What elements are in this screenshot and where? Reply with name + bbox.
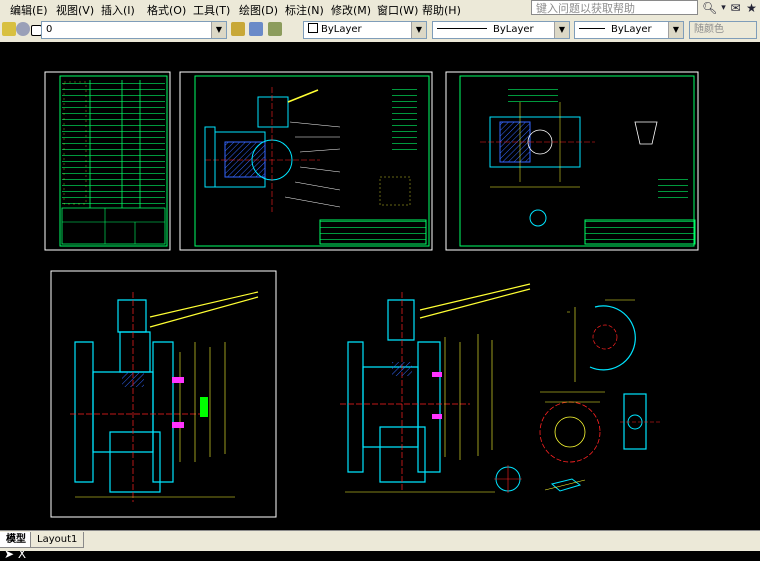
menu-window[interactable]: 窗口(W) <box>377 2 418 18</box>
plotstyle-value: 随颜色 <box>694 24 724 35</box>
menu-insert[interactable]: 插入(I) <box>101 2 135 18</box>
valve-front-view-large <box>50 270 277 518</box>
chevron-down-icon[interactable]: ▼ <box>554 22 569 38</box>
properties-toolbar: 0 ▼ ByLayer ▼ ByLayer ▼ ByLayer ▼ 随颜色 <box>0 18 760 43</box>
menu-tools[interactable]: 工具(T) <box>193 2 230 18</box>
menu-draw[interactable]: 绘图(D) <box>239 2 278 18</box>
layer-freeze-icon[interactable] <box>16 22 30 36</box>
layer-state-icon[interactable] <box>2 22 16 36</box>
layer-previous-icon[interactable] <box>249 22 263 36</box>
assembly-drawing-sheet <box>179 71 433 251</box>
tab-model[interactable]: 模型 <box>0 532 33 548</box>
linetype-dropdown[interactable]: ByLayer ▼ <box>432 21 570 39</box>
layout-tab-bar: 模型 Layout1 <box>0 530 760 551</box>
menu-dimension[interactable]: 标注(N) <box>285 2 324 18</box>
favorites-star-icon[interactable]: ★ <box>744 1 759 16</box>
layer-dropdown[interactable]: 0 ▼ <box>41 21 227 39</box>
parts-list-sheet <box>44 71 171 251</box>
cad-drawing <box>44 71 699 518</box>
drawing-canvas[interactable]: ➤ X <box>0 42 760 561</box>
lineweight-sample <box>579 28 605 29</box>
chevron-down-icon[interactable]: ▼ <box>668 22 683 38</box>
menu-format[interactable]: 格式(O) <box>147 2 186 18</box>
chevron-down-icon[interactable]: ▼ <box>211 22 226 38</box>
lineweight-value: ByLayer <box>611 24 652 35</box>
chevron-down-icon[interactable]: ▼ <box>411 22 426 38</box>
valve-front-view-annotated <box>340 283 531 493</box>
menu-view[interactable]: 视图(V) <box>56 2 94 18</box>
lineweight-dropdown[interactable]: ByLayer ▼ <box>574 21 684 39</box>
linetype-value: ByLayer <box>493 24 534 35</box>
menu-bar: 编辑(E) 视图(V) 插入(I) 格式(O) 工具(T) 绘图(D) 标注(N… <box>0 0 760 19</box>
handle-detail-views <box>539 299 662 492</box>
layer-value: 0 <box>46 24 53 35</box>
linetype-sample <box>437 28 487 29</box>
menu-help[interactable]: 帮助(H) <box>422 2 461 18</box>
part-detail-sheet <box>445 71 699 251</box>
color-dropdown[interactable]: ByLayer ▼ <box>303 21 427 39</box>
make-object-layer-current-icon[interactable] <box>231 22 245 36</box>
search-icon[interactable]: 🔍︎ <box>702 1 717 16</box>
help-search-input[interactable]: 键入问题以获取帮助 <box>531 0 698 15</box>
color-swatch-icon <box>308 23 318 33</box>
menu-modify[interactable]: 修改(M) <box>331 2 371 18</box>
communication-center-icon[interactable]: ✉ <box>728 1 743 16</box>
menu-edit[interactable]: 编辑(E) <box>10 2 48 18</box>
tab-layout1[interactable]: Layout1 <box>30 532 85 548</box>
color-value: ByLayer <box>321 24 362 35</box>
layer-manager-icon[interactable] <box>268 22 282 36</box>
plotstyle-dropdown[interactable]: 随颜色 <box>689 21 757 39</box>
